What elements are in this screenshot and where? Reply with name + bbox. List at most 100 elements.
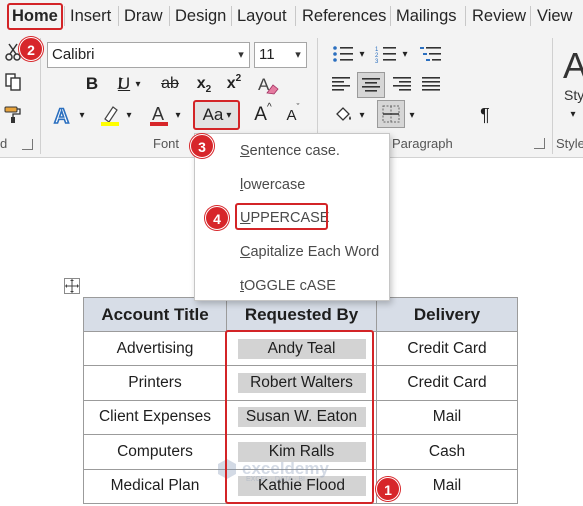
font-size-value: 11	[259, 46, 275, 63]
group-separator	[552, 38, 553, 154]
menu-item-label: owercase	[243, 177, 306, 193]
chevron-down-icon[interactable]: ▾	[356, 102, 368, 128]
column-header[interactable]: Requested By	[226, 297, 377, 332]
chevron-down-icon[interactable]: ▾	[132, 72, 144, 96]
superscript-x: x	[226, 75, 236, 92]
strikethrough-button[interactable]: ab	[157, 72, 183, 96]
menu-item-capitalize-each-word[interactable]: Capitalize Each Word	[240, 241, 379, 263]
subscript-mark: 2	[205, 83, 212, 95]
tab-review[interactable]: Review	[472, 0, 526, 32]
chevron-down-icon[interactable]: ▾	[234, 43, 248, 67]
chevron-down-icon[interactable]: ▾	[172, 102, 184, 128]
table-cell[interactable]: Cash	[376, 434, 518, 470]
paragraph-group-label: Paragraph	[392, 136, 453, 151]
tab-separator	[169, 6, 170, 26]
styles-gallery-icon[interactable]: A	[560, 45, 583, 86]
table-cell[interactable]: Client Expenses	[83, 399, 227, 436]
column-header[interactable]: Account Title	[83, 297, 227, 332]
chevron-down-icon[interactable]: ▾	[356, 42, 368, 66]
paragraph-launcher-icon[interactable]	[534, 138, 545, 149]
multilevel-list-icon[interactable]	[418, 42, 444, 66]
numbering-icon[interactable]: 123	[373, 42, 399, 66]
caret-up-icon: ^	[266, 101, 272, 113]
step-badge-4: 4	[205, 206, 229, 230]
tab-separator	[465, 6, 466, 26]
table-cell[interactable]: Medical Plan	[83, 468, 227, 504]
bold-button[interactable]: B	[80, 72, 104, 96]
tab-separator	[530, 6, 531, 26]
grow-font-glyph: A	[254, 104, 267, 125]
clipboard-launcher-icon[interactable]	[22, 139, 33, 150]
svg-text:A: A	[54, 105, 69, 126]
align-left-icon[interactable]	[328, 72, 354, 96]
highlight-change-case-button	[193, 100, 240, 130]
tab-separator	[64, 6, 65, 26]
tab-design[interactable]: Design	[175, 0, 226, 32]
superscript-button[interactable]: x2	[222, 72, 246, 96]
step-badge-1: 1	[376, 477, 400, 501]
column-header[interactable]: Delivery	[376, 297, 518, 332]
text-effects-button[interactable]: A	[50, 102, 76, 128]
table-header-row: Account Title Requested By Delivery	[83, 297, 518, 332]
subscript-button[interactable]: x2	[192, 72, 216, 96]
copy-icon[interactable]	[2, 70, 24, 94]
svg-text:3: 3	[375, 59, 379, 63]
tab-separator	[295, 6, 296, 26]
clipboard-group-label: d	[0, 136, 8, 151]
chevron-down-icon[interactable]: ▾	[406, 102, 418, 128]
table-cell[interactable]: Computers	[83, 434, 227, 470]
chevron-down-icon[interactable]: ▾	[76, 102, 88, 128]
tab-draw[interactable]: Draw	[124, 0, 163, 32]
font-size-box[interactable]: 11 ▾	[254, 42, 307, 68]
bullets-icon[interactable]	[330, 42, 356, 66]
tab-insert[interactable]: Insert	[70, 0, 111, 32]
font-name-box[interactable]: Calibri ▾	[47, 42, 250, 68]
table-cell[interactable]: Credit Card	[376, 330, 518, 367]
menu-item-label: entence case.	[249, 143, 340, 159]
shrink-font-glyph: A	[286, 106, 297, 124]
clear-formatting-button[interactable]: A	[254, 72, 282, 96]
tab-layout[interactable]: Layout	[237, 0, 287, 32]
format-painter-icon[interactable]	[2, 102, 24, 126]
step-badge-2: 2	[19, 37, 43, 61]
shading-icon[interactable]	[330, 102, 356, 128]
menu-item-accelerator: S	[240, 143, 250, 159]
highlight-color-button[interactable]	[97, 102, 123, 128]
highlight-uppercase-item	[235, 203, 328, 230]
styles-gallery-label: Sty	[564, 87, 583, 103]
chevron-down-icon[interactable]: ▾	[291, 43, 305, 67]
tab-separator	[390, 6, 391, 26]
chevron-down-icon[interactable]: ▾	[123, 102, 135, 128]
menu-item-toggle-case[interactable]: tOGGLE cASE	[240, 275, 336, 297]
align-right-icon[interactable]	[389, 72, 415, 96]
justify-icon[interactable]	[418, 72, 444, 96]
pilcrow-icon[interactable]: ¶	[472, 102, 498, 128]
tab-view[interactable]: View	[537, 0, 572, 32]
table-cell[interactable]: Printers	[83, 365, 227, 401]
font-group-label: Font	[153, 136, 180, 151]
menu-item-label: OGGLE cASE	[244, 278, 336, 294]
chevron-down-icon[interactable]: ▾	[567, 106, 579, 122]
tab-references[interactable]: References	[302, 0, 386, 32]
shrink-font-button[interactable]: Aˇ	[280, 102, 306, 128]
superscript-mark: 2	[235, 72, 242, 84]
grow-font-button[interactable]: A ^	[250, 102, 276, 128]
chevron-down-icon[interactable]: ▾	[399, 42, 411, 66]
table-move-handle-icon[interactable]	[64, 278, 80, 294]
menu-item-accelerator: C	[240, 244, 251, 260]
borders-icon[interactable]	[377, 100, 405, 128]
table-cell[interactable]: Credit Card	[376, 365, 518, 401]
tab-separator	[231, 6, 232, 26]
font-color-button[interactable]: A	[146, 102, 172, 128]
step-badge-3: 3	[190, 134, 214, 158]
table-cell[interactable]: Advertising	[83, 330, 227, 367]
align-center-icon[interactable]	[357, 72, 385, 98]
menu-item-label: apitalize Each Word	[250, 244, 380, 260]
menu-item-sentence-case[interactable]: Sentence case.	[240, 140, 340, 162]
table-cell[interactable]: Mail	[376, 399, 518, 436]
highlight-home-tab	[7, 3, 63, 30]
ribbon-tab-bar: Home Insert Draw Design Layout Reference…	[0, 0, 583, 32]
tab-mailings[interactable]: Mailings	[396, 0, 457, 32]
menu-item-lowercase[interactable]: lowercase	[240, 174, 305, 196]
subscript-x: x	[196, 75, 206, 92]
